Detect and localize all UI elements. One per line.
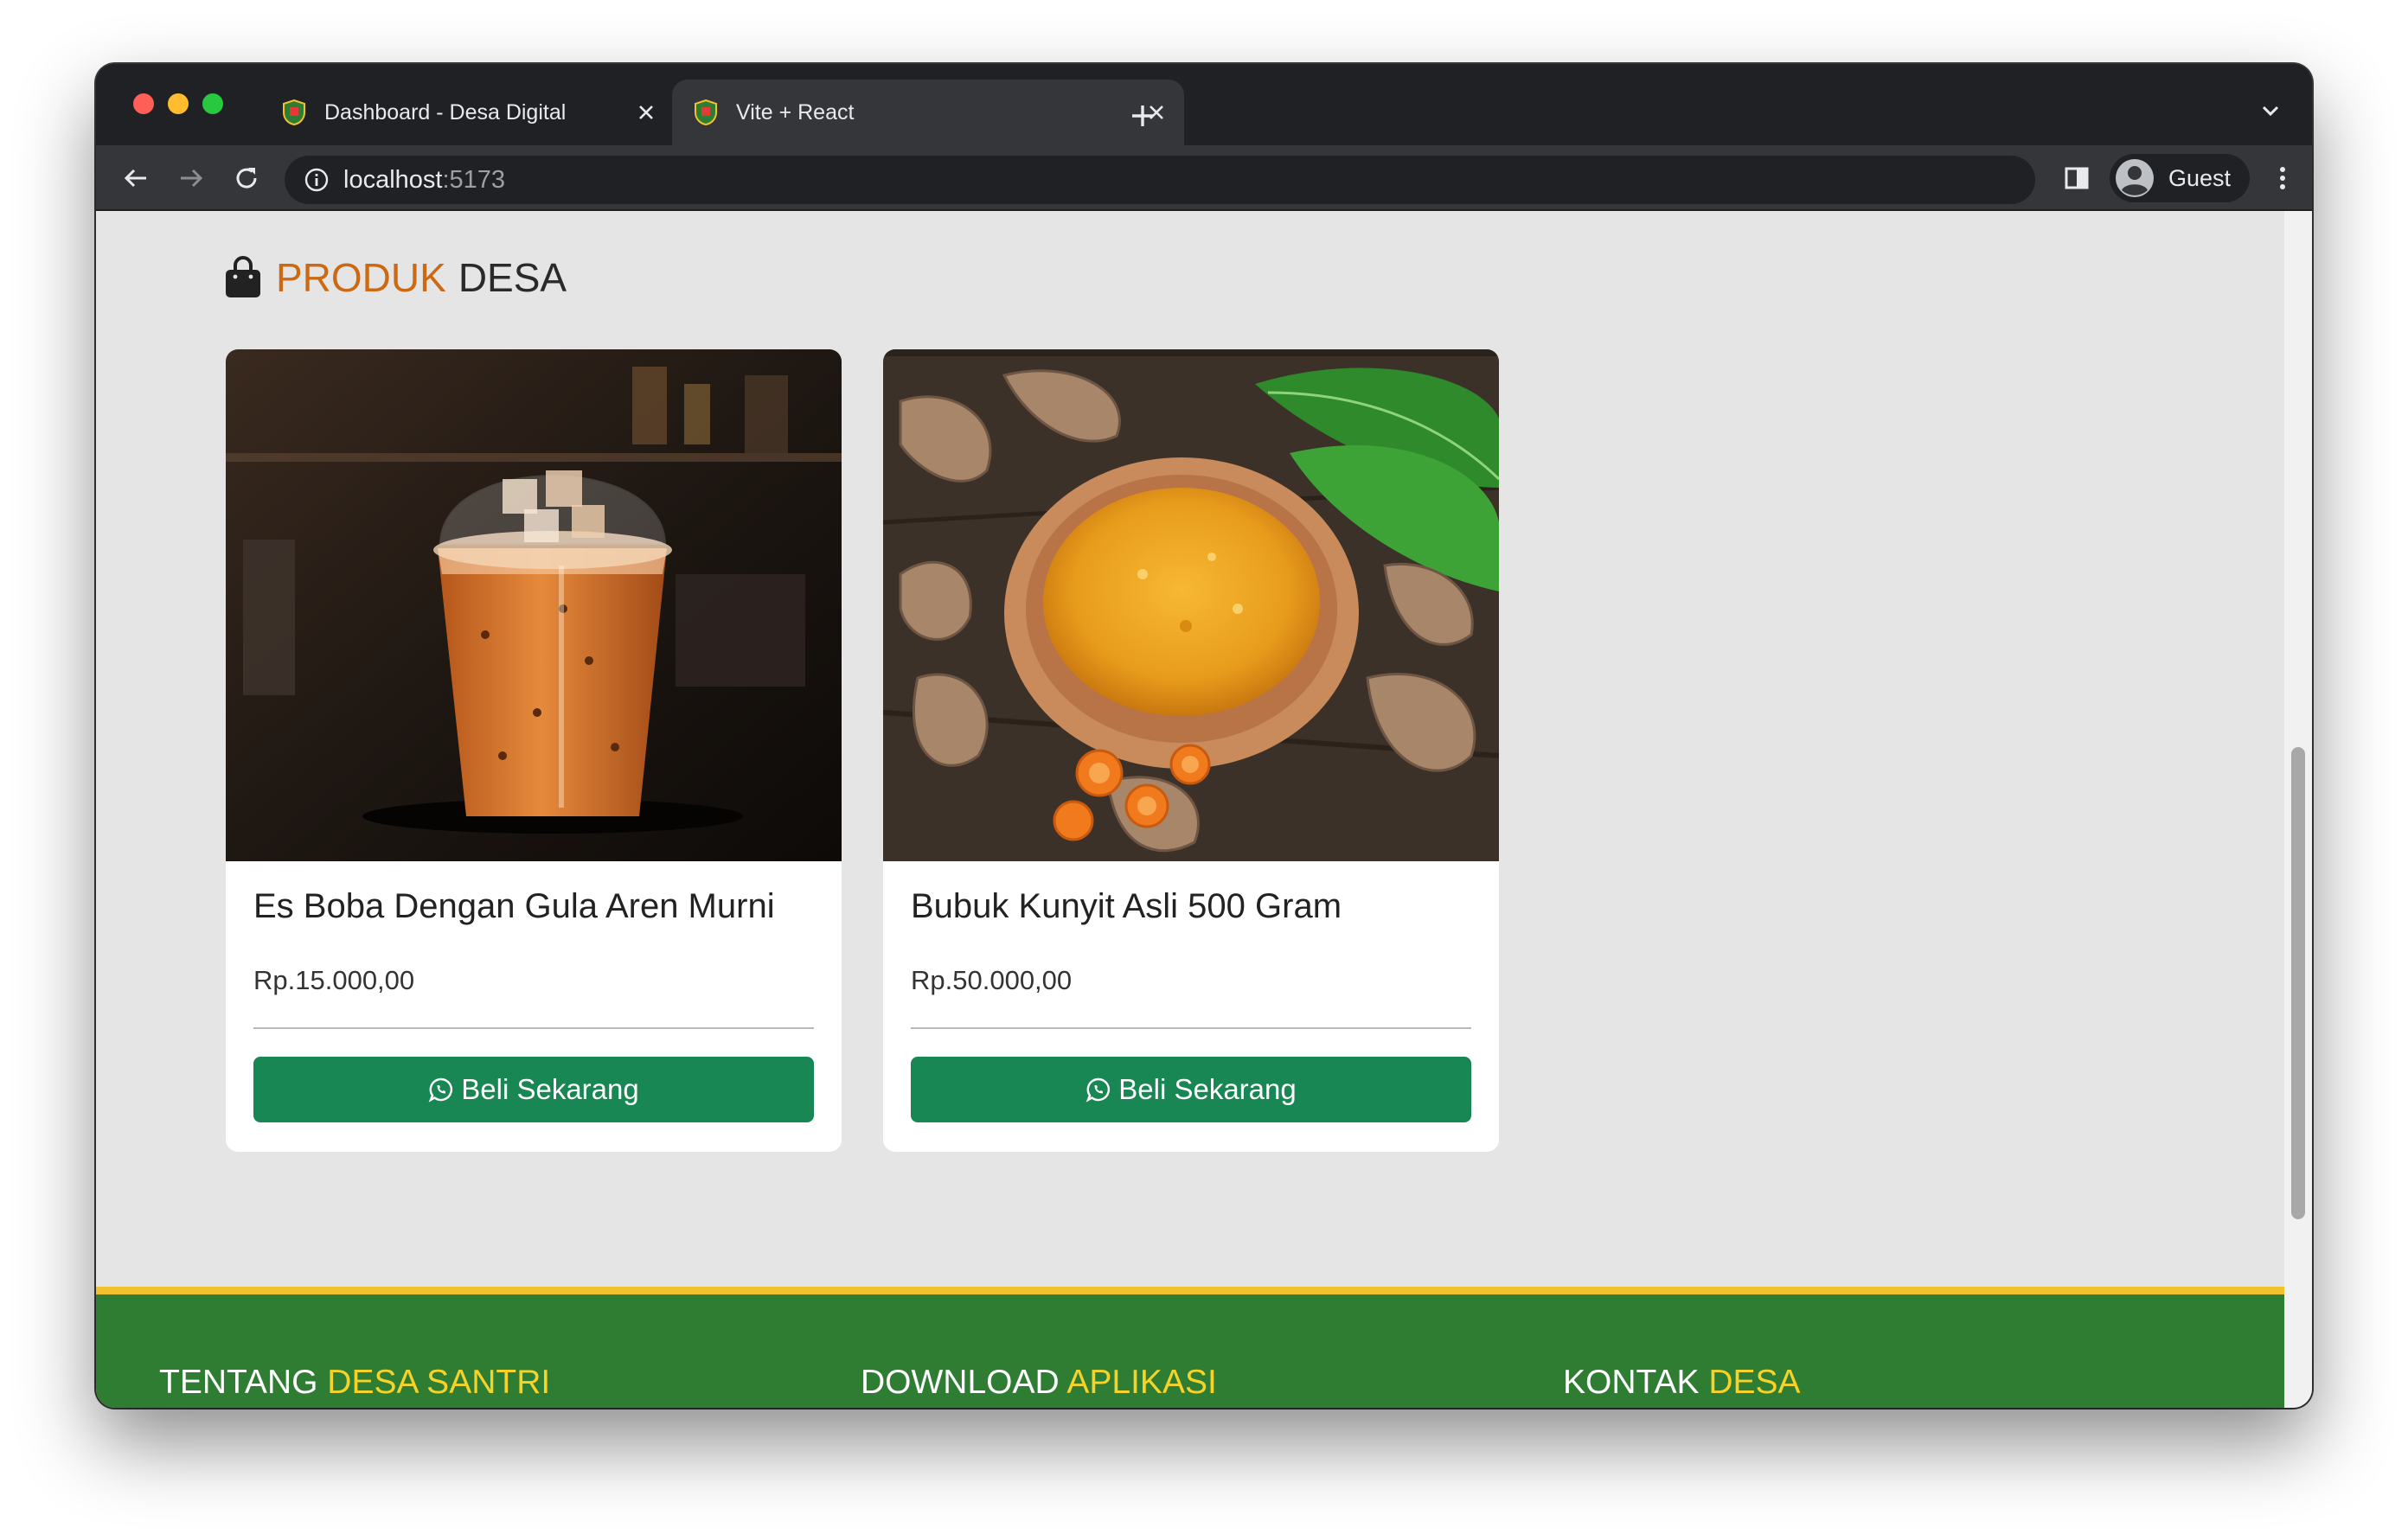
page-viewport: PRODUK DESA Es Boba Dengan Gula Aren Mur… (96, 211, 2312, 1408)
whatsapp-icon (428, 1077, 453, 1103)
shield-favicon-icon (695, 99, 717, 125)
buy-now-button[interactable]: Beli Sekarang (253, 1057, 814, 1122)
product-image-turmeric (883, 349, 1499, 861)
url-port: :5173 (442, 165, 506, 194)
product-price: Rp.50.000,00 (911, 965, 1073, 995)
chevron-down-icon (2262, 105, 2279, 117)
whatsapp-icon (1086, 1077, 1111, 1103)
tab-title: Vite + React (736, 99, 855, 125)
minimize-window-button[interactable] (168, 93, 189, 114)
buy-button-label: Beli Sekarang (461, 1073, 639, 1105)
section-title-rest: DESA (458, 255, 567, 300)
forward-button[interactable] (174, 161, 208, 195)
profile-button[interactable]: Guest (2110, 154, 2250, 202)
reload-button[interactable] (229, 161, 264, 195)
product-image-boba (226, 349, 842, 861)
tab-title: Dashboard - Desa Digital (324, 99, 567, 125)
product-name[interactable]: Es Boba Dengan Gula Aren Murni (253, 887, 775, 926)
browser-menu-button[interactable] (2265, 161, 2300, 195)
kebab-menu-icon (2280, 167, 2285, 189)
product-name[interactable]: Bubuk Kunyit Asli 500 Gram (911, 887, 1342, 926)
info-icon[interactable] (304, 167, 330, 193)
shield-favicon-icon (283, 99, 305, 125)
profile-name: Guest (2168, 164, 2232, 191)
tab-vite-react[interactable]: Vite + React (672, 80, 1184, 145)
section-heading: PRODUK DESA (224, 254, 567, 301)
product-card: Es Boba Dengan Gula Aren Murni Rp.15.000… (226, 349, 842, 1152)
close-icon[interactable] (631, 97, 662, 128)
product-price: Rp.15.000,00 (253, 965, 415, 995)
tab-strip: Dashboard - Desa Digital Vite + React (96, 64, 2312, 145)
tab-dashboard[interactable]: Dashboard - Desa Digital (260, 80, 674, 145)
footer-title-highlight: APLIKASI (1066, 1364, 1217, 1401)
back-arrow-icon (124, 169, 146, 188)
browser-window: Dashboard - Desa Digital Vite + React lo… (96, 64, 2312, 1408)
footer-title: TENTANG DESA SANTRI (159, 1364, 818, 1402)
browser-toolbar: localhost:5173 Guest (96, 145, 2312, 211)
scrollbar[interactable] (2284, 211, 2312, 1408)
shopping-bag-icon (226, 256, 260, 297)
section-title-accent: PRODUK (276, 255, 446, 300)
card-divider (911, 1027, 1471, 1029)
new-tab-button[interactable] (1117, 90, 1169, 142)
buy-button-label: Beli Sekarang (1118, 1073, 1297, 1105)
footer-column-download: DOWNLOAD APLIKASI (861, 1364, 1520, 1408)
product-card: Bubuk Kunyit Asli 500 Gram Rp.50.000,00 … (883, 349, 1499, 1152)
forward-arrow-icon (181, 169, 203, 188)
zoom-window-button[interactable] (202, 93, 223, 114)
footer-title-main: DOWNLOAD (861, 1364, 1060, 1401)
card-divider (253, 1027, 814, 1029)
reload-icon (236, 168, 257, 189)
address-bar[interactable]: localhost:5173 (285, 156, 2035, 204)
site-footer: TENTANG DESA SANTRI DOWNLOAD APLIKASI KO… (96, 1287, 2284, 1408)
footer-title-main: TENTANG (159, 1364, 318, 1401)
buy-now-button[interactable]: Beli Sekarang (911, 1057, 1471, 1122)
footer-title-main: KONTAK (1563, 1364, 1700, 1401)
url-host: localhost (343, 165, 443, 194)
back-button[interactable] (118, 161, 153, 195)
profile-avatar-icon (2116, 159, 2154, 197)
footer-title: KONTAK DESA (1563, 1364, 2222, 1402)
close-window-button[interactable] (133, 93, 154, 114)
footer-title-highlight: DESA SANTRI (327, 1364, 551, 1401)
footer-column-about: TENTANG DESA SANTRI (159, 1364, 818, 1408)
side-panel-icon (2065, 167, 2089, 189)
plus-icon (1132, 105, 1153, 126)
tab-search-button[interactable] (2255, 95, 2286, 126)
side-panel-button[interactable] (2059, 161, 2094, 195)
footer-title: DOWNLOAD APLIKASI (861, 1364, 1520, 1402)
footer-column-contact: KONTAK DESA (1563, 1364, 2222, 1408)
scrollbar-thumb[interactable] (2291, 747, 2305, 1219)
footer-title-highlight: DESA (1708, 1364, 1801, 1401)
